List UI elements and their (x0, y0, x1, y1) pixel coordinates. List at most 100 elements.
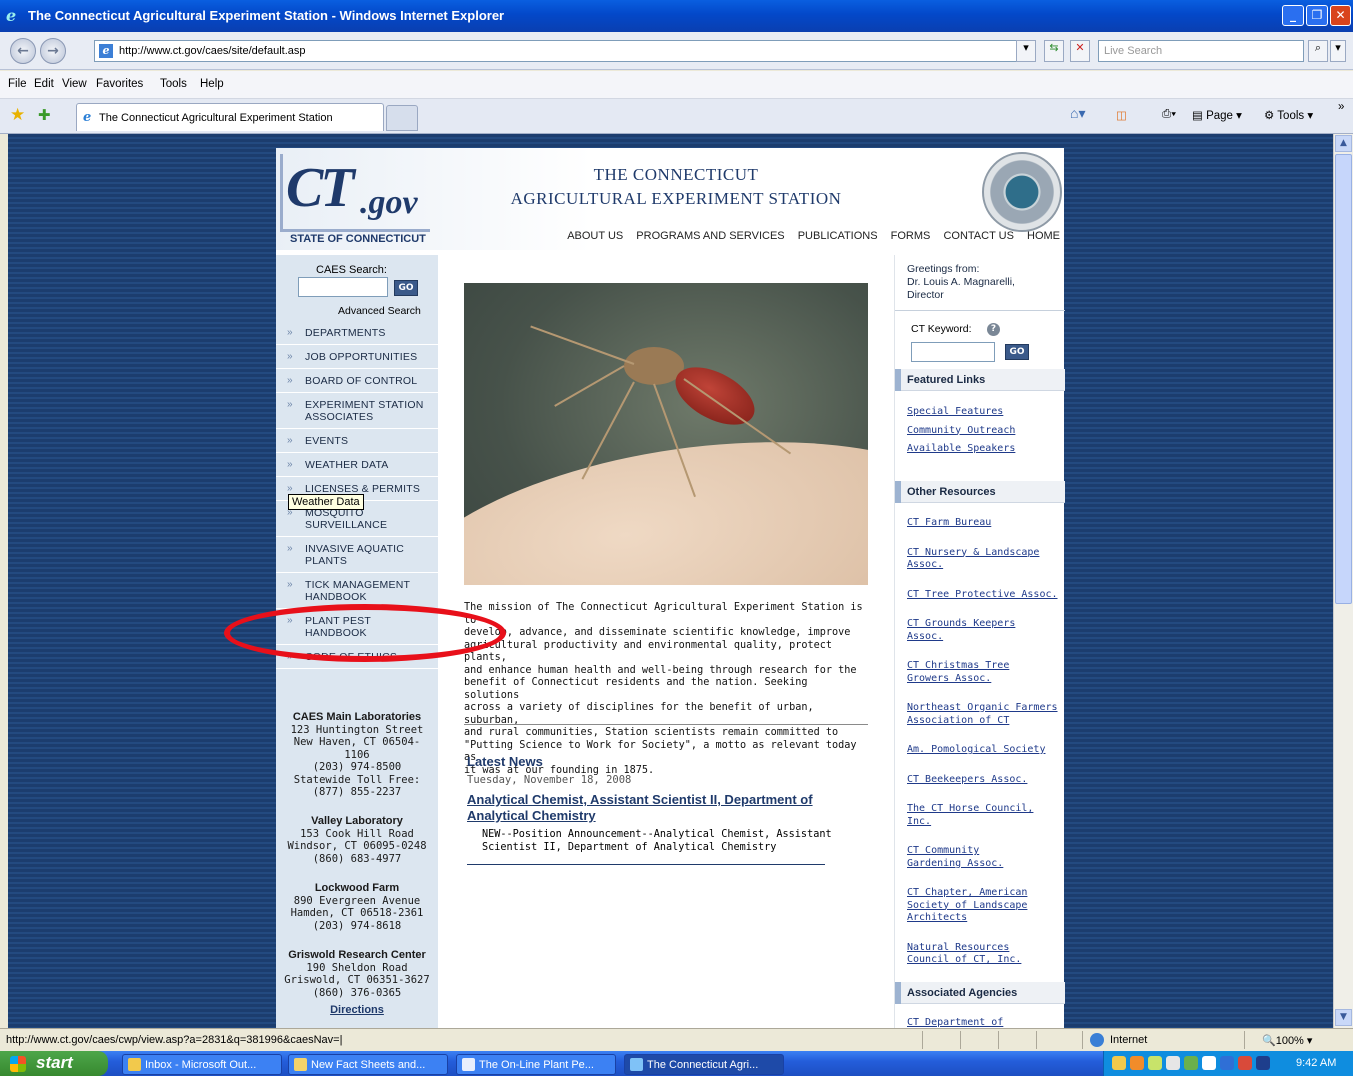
home-icon[interactable]: ⌂▾ (1070, 105, 1085, 122)
resource-link[interactable]: CT Community Gardening Assoc. (907, 845, 1017, 870)
print-icon[interactable]: ⎙▾ (1162, 108, 1176, 121)
caes-search-go-button[interactable]: GO (394, 280, 418, 296)
nav-publications[interactable]: PUBLICATIONS (798, 230, 878, 242)
mail-tray-icon[interactable] (1112, 1056, 1126, 1070)
ct-keyword-input[interactable] (911, 342, 995, 362)
featured-link[interactable]: Available Speakers (907, 443, 1063, 456)
vertical-scrollbar[interactable]: ▲ ▼ (1333, 134, 1353, 1028)
resource-link[interactable]: CT Chapter, American Society of Landscap… (907, 887, 1047, 925)
live-search-input[interactable]: Live Search (1098, 40, 1304, 62)
resource-link[interactable]: CT Tree Protective Assoc. (907, 589, 1063, 602)
outlook-icon (128, 1058, 141, 1071)
address-name: Valley Laboratory (311, 815, 403, 827)
ct-logo[interactable]: CT (286, 156, 355, 220)
zoom-level[interactable]: 🔍100% ▾ (1262, 1034, 1312, 1047)
nav-item-job-opportunities[interactable]: » JOB OPPORTUNITIES (276, 345, 438, 369)
resource-link[interactable]: CT Grounds Keepers Assoc. (907, 618, 1033, 643)
nav-programs[interactable]: PROGRAMS AND SERVICES (636, 230, 784, 242)
tools-menu[interactable]: ⚙ Tools ▾ (1264, 108, 1313, 122)
menu-tools[interactable]: Tools (160, 78, 187, 90)
monitor-tray-icon[interactable] (1220, 1056, 1234, 1070)
director-greeting[interactable]: Greetings from: Dr. Louis A. Magnarelli,… (907, 263, 1057, 302)
resource-link[interactable]: CT Beekeepers Assoc. (907, 774, 1063, 787)
url-field[interactable]: e http://www.ct.gov/caes/site/default.as… (94, 40, 1034, 62)
scroll-up-icon[interactable]: ▲ (1335, 135, 1352, 152)
refresh-icon[interactable]: ⇆ (1044, 40, 1064, 62)
address-line: Windsor, CT 06095-0248 (287, 840, 427, 852)
address-line: (203) 974-8500 (312, 761, 402, 773)
gov-logo[interactable]: .gov (360, 184, 418, 222)
flag-tray-icon[interactable] (1238, 1056, 1252, 1070)
nav-forms[interactable]: FORMS (891, 230, 931, 242)
nav-item-invasive-aquatic[interactable]: » INVASIVE AQUATIC PLANTS (276, 537, 438, 573)
nav-item-label: EVENTS (305, 435, 349, 447)
search-icon[interactable]: ⌕ (1308, 40, 1328, 62)
media-tray-icon[interactable] (1256, 1056, 1270, 1070)
address-line: 153 Cook Hill Road (300, 827, 414, 840)
start-button[interactable]: start (0, 1051, 108, 1076)
news-title-link[interactable]: Analytical Chemist, Assistant Scientist … (467, 792, 827, 824)
featured-link[interactable]: Community Outreach (907, 425, 1063, 438)
directions-link[interactable]: Directions (276, 1004, 438, 1016)
task-ie[interactable]: The Connecticut Agri... (624, 1054, 784, 1075)
help-icon[interactable]: ? (987, 323, 1000, 336)
resource-link[interactable]: Am. Pomological Society (907, 744, 1063, 757)
nav-item-associates[interactable]: » EXPERIMENT STATION ASSOCIATES (276, 393, 438, 429)
ct-keyword-go-button[interactable]: GO (1005, 344, 1029, 360)
caes-search-input[interactable] (298, 277, 388, 297)
task-folder[interactable]: New Fact Sheets and... (288, 1054, 448, 1075)
nav-item-departments[interactable]: » DEPARTMENTS (276, 321, 438, 345)
ie-task-icon (630, 1058, 643, 1071)
nav-item-board-of-control[interactable]: » BOARD OF CONTROL (276, 369, 438, 393)
minimize-button[interactable]: _ (1282, 5, 1304, 26)
menu-edit[interactable]: Edit (34, 78, 54, 90)
resource-link[interactable]: Natural Resources Council of CT, Inc. (907, 942, 1027, 967)
mission-statement: The mission of The Connecticut Agricultu… (464, 602, 866, 777)
resource-link[interactable]: The CT Horse Council, Inc. (907, 803, 1047, 828)
add-favorite-icon[interactable]: ✚ (38, 106, 51, 124)
nav-home[interactable]: HOME (1027, 230, 1060, 242)
nav-about-us[interactable]: ABOUT US (567, 230, 623, 242)
nav-item-events[interactable]: » EVENTS (276, 429, 438, 453)
menu-help[interactable]: Help (200, 78, 224, 90)
agency-link[interactable]: CT Department of (907, 1017, 1063, 1028)
chevron-more-icon[interactable]: » (1338, 101, 1344, 113)
new-tab-button[interactable] (386, 105, 418, 131)
forward-button[interactable]: → (40, 38, 66, 64)
page-favicon-icon: e (99, 44, 113, 58)
close-button[interactable]: ✕ (1330, 5, 1351, 26)
scroll-thumb[interactable] (1335, 154, 1352, 604)
security-tray-icon[interactable] (1184, 1056, 1198, 1070)
nav-contact-us[interactable]: CONTACT US (943, 230, 1014, 242)
nav-item-label: TICK MANAGEMENT HANDBOOK (305, 579, 410, 603)
favorites-star-icon[interactable]: ★ (10, 105, 25, 125)
scroll-down-icon[interactable]: ▼ (1335, 1009, 1352, 1026)
nav-item-weather-data[interactable]: » WEATHER DATA (276, 453, 438, 477)
feeds-icon[interactable]: ◫ (1116, 108, 1127, 122)
maximize-button[interactable]: ❐ (1306, 5, 1328, 26)
volume-tray-icon[interactable] (1166, 1056, 1180, 1070)
menu-file[interactable]: File (8, 78, 27, 90)
tab-caes[interactable]: e The Connecticut Agricultural Experimen… (76, 103, 384, 131)
chevron-icon: » (287, 375, 293, 386)
task-document[interactable]: The On-Line Plant Pe... (456, 1054, 616, 1075)
resource-link[interactable]: Northeast Organic Farmers Association of… (907, 702, 1063, 727)
menu-favorites[interactable]: Favorites (96, 78, 143, 90)
page-menu[interactable]: ▤ Page ▾ (1192, 108, 1242, 122)
featured-links-heading: Featured Links (907, 374, 986, 386)
search-options-button[interactable]: ▾ (1330, 40, 1346, 62)
back-button[interactable]: ← (10, 38, 36, 64)
url-dropdown-button[interactable]: ▾ (1016, 40, 1036, 62)
status-url: http://www.ct.gov/caes/cwp/view.asp?a=28… (6, 1034, 343, 1046)
clock-sync-tray-icon[interactable] (1202, 1056, 1216, 1070)
office-tray-icon[interactable] (1130, 1056, 1144, 1070)
stop-icon[interactable]: ✕ (1070, 40, 1090, 62)
resource-link[interactable]: CT Christmas Tree Growers Assoc. (907, 660, 1027, 685)
featured-link[interactable]: Special Features (907, 406, 1063, 419)
advanced-search-link[interactable]: Advanced Search (338, 305, 421, 317)
network-tray-icon[interactable] (1148, 1056, 1162, 1070)
resource-link[interactable]: CT Farm Bureau (907, 517, 1063, 530)
resource-link[interactable]: CT Nursery & Landscape Assoc. (907, 547, 1055, 572)
menu-view[interactable]: View (62, 78, 87, 90)
task-outlook[interactable]: Inbox - Microsoft Out... (122, 1054, 282, 1075)
